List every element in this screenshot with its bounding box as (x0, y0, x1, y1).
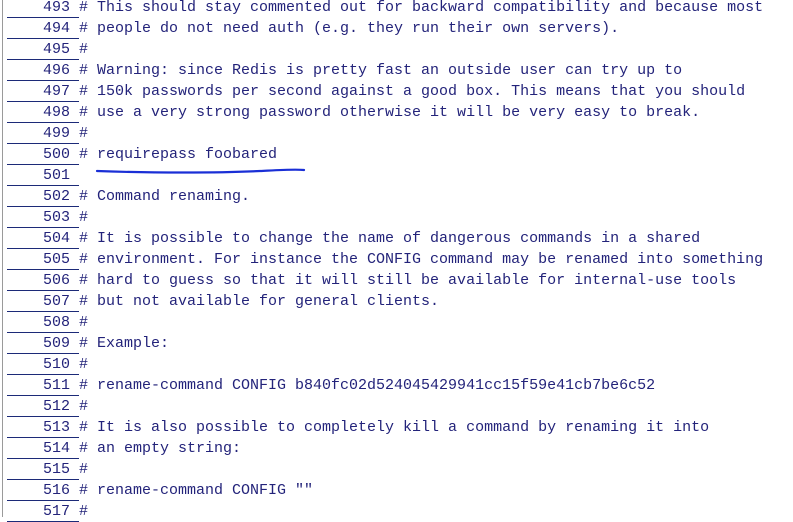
line-number: 499 (42, 125, 70, 142)
code-line[interactable]: 508 # (0, 312, 793, 333)
line-number: 502 (42, 188, 70, 205)
code-line[interactable]: 513 # It is also possible to completely k… (0, 417, 793, 438)
line-number: 495 (42, 41, 70, 58)
line-number: 504 (42, 230, 70, 247)
code-line[interactable]: 501 (0, 165, 793, 186)
line-number: 514 (42, 440, 70, 457)
line-text[interactable]: # (79, 459, 88, 480)
line-number: 515 (42, 461, 70, 478)
code-line[interactable]: 493 # This should stay commented out for … (0, 0, 793, 18)
line-number: 507 (42, 293, 70, 310)
code-line[interactable]: 498 # use a very strong password otherwis… (0, 102, 793, 123)
line-text[interactable]: # but not available for general clients. (79, 291, 439, 312)
line-text[interactable]: # rename-command CONFIG b840fc02d5240454… (79, 375, 655, 396)
line-number: 517 (42, 503, 70, 520)
line-number: 506 (42, 272, 70, 289)
line-text[interactable]: # requirepass foobared (79, 144, 277, 165)
line-text[interactable]: # Warning: since Redis is pretty fast an… (79, 60, 682, 81)
line-text[interactable]: # It is possible to change the name of d… (79, 228, 700, 249)
line-number: 498 (42, 104, 70, 121)
code-line[interactable]: 517 # (0, 501, 793, 522)
line-number: 516 (42, 482, 70, 499)
line-number: 513 (42, 419, 70, 436)
code-line[interactable]: 506 # hard to guess so that it will still… (0, 270, 793, 291)
code-line[interactable]: 500 # requirepass foobared (0, 144, 793, 165)
line-text[interactable]: # (79, 501, 88, 522)
line-number: 503 (42, 209, 70, 226)
line-text[interactable]: # an empty string: (79, 438, 241, 459)
code-line[interactable]: 514 # an empty string: (0, 438, 793, 459)
line-number: 497 (42, 83, 70, 100)
line-text[interactable]: # rename-command CONFIG "" (79, 480, 313, 501)
line-text[interactable]: # (79, 354, 88, 375)
code-line[interactable]: 512 # (0, 396, 793, 417)
line-number: 501 (42, 167, 70, 184)
line-text[interactable]: # (79, 312, 88, 333)
line-text[interactable]: # 150k passwords per second against a go… (79, 81, 745, 102)
code-line[interactable]: 505 # environment. For instance the CONFI… (0, 249, 793, 270)
line-number: 500 (42, 146, 70, 163)
line-text[interactable]: # (79, 207, 88, 228)
code-line[interactable]: 507 # but not available for general clien… (0, 291, 793, 312)
code-line[interactable]: 494 # people do not need auth (e.g. they … (0, 18, 793, 39)
code-line[interactable]: 504 # It is possible to change the name o… (0, 228, 793, 249)
code-editor[interactable]: 493 # This should stay commented out for … (0, 0, 793, 522)
line-number: 493 (42, 0, 70, 16)
line-text[interactable]: # hard to guess so that it will still be… (79, 270, 736, 291)
code-line[interactable]: 503 # (0, 207, 793, 228)
code-line[interactable]: 497 # 150k passwords per second against a… (0, 81, 793, 102)
line-text[interactable]: # (79, 123, 88, 144)
line-number: 511 (42, 377, 70, 394)
line-text[interactable]: # It is also possible to completely kill… (79, 417, 709, 438)
line-number: 509 (42, 335, 70, 352)
code-line[interactable]: 495 # (0, 39, 793, 60)
code-line[interactable]: 510 # (0, 354, 793, 375)
code-line[interactable]: 515 # (0, 459, 793, 480)
line-text[interactable]: # environment. For instance the CONFIG c… (79, 249, 763, 270)
line-number: 496 (42, 62, 70, 79)
line-text[interactable]: # This should stay commented out for bac… (79, 0, 763, 18)
code-line[interactable]: 496 # Warning: since Redis is pretty fast… (0, 60, 793, 81)
code-line[interactable]: 511 # rename-command CONFIG b840fc02d5240… (0, 375, 793, 396)
line-number: 505 (42, 251, 70, 268)
code-line[interactable]: 499 # (0, 123, 793, 144)
line-text[interactable]: # Example: (79, 333, 169, 354)
line-number: 508 (42, 314, 70, 331)
line-number: 510 (42, 356, 70, 373)
line-text[interactable]: # (79, 39, 88, 60)
line-text[interactable]: # (79, 396, 88, 417)
line-number: 494 (42, 20, 70, 37)
code-line[interactable]: 516 # rename-command CONFIG "" (0, 480, 793, 501)
line-number: 512 (42, 398, 70, 415)
line-text[interactable]: # Command renaming. (79, 186, 250, 207)
line-text[interactable]: # use a very strong password otherwise i… (79, 102, 700, 123)
code-line[interactable]: 509 # Example: (0, 333, 793, 354)
line-text[interactable]: # people do not need auth (e.g. they run… (79, 18, 619, 39)
code-line[interactable]: 502 # Command renaming. (0, 186, 793, 207)
